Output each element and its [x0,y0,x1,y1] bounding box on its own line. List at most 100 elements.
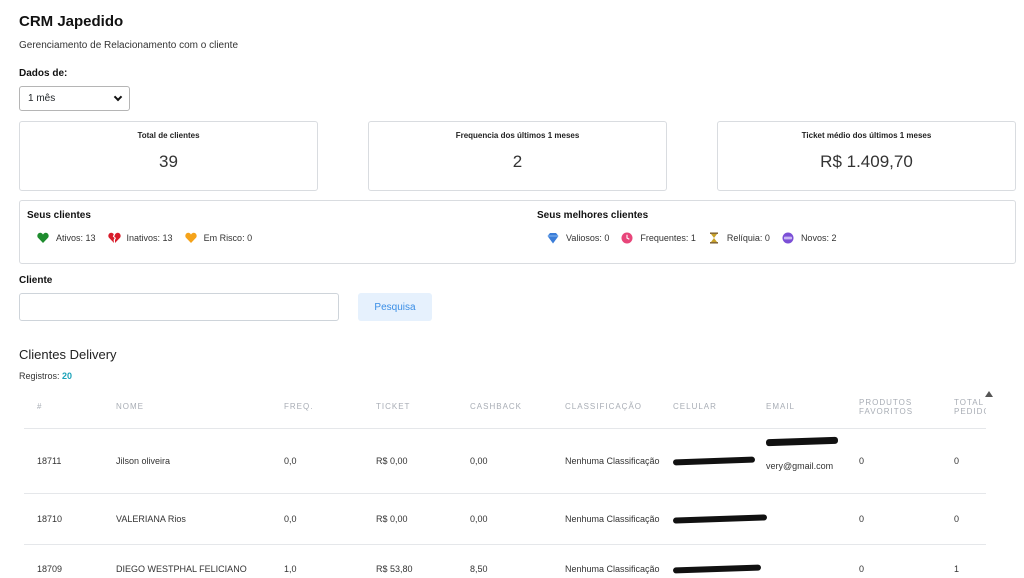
column-header[interactable]: TOTAL PEDIDOS [941,386,986,429]
relic-clients-label: Relíquia: 0 [726,233,770,243]
column-header[interactable]: TICKET [363,386,457,429]
stat-value: 2 [512,152,523,171]
redaction-mark [672,513,768,524]
new-clients-item[interactable]: Novos: 2 [782,232,837,244]
inactive-clients-item[interactable]: Inativos: 13 [107,232,173,244]
clock-icon [621,232,633,244]
column-header[interactable]: CASHBACK [457,386,552,429]
cell-ticket: R$ 0,00 [363,493,457,545]
email-text: very@gmail.com [766,461,834,471]
cell-cashback: 0,00 [457,428,552,494]
page-subtitle: Gerenciamento de Relacionamento com o cl… [19,40,239,51]
clients-table-container[interactable]: # NOME FREQ. TICKET CASHBACK CLASSIFICAÇ… [24,386,986,578]
cell-id: 18710 [24,493,103,545]
period-select[interactable]: 1 mês [19,86,130,111]
diamond-icon [547,232,559,244]
hourglass-icon [708,232,720,244]
table-header-row: # NOME FREQ. TICKET CASHBACK CLASSIFICAÇ… [24,386,986,429]
page-title: CRM Japedido [19,13,124,30]
frequent-clients-label: Frequentes: 1 [640,233,696,243]
cell-email [753,493,846,545]
frequent-clients-item[interactable]: Frequentes: 1 [621,232,696,244]
column-header[interactable]: NOME [103,386,271,429]
average-ticket-card: Ticket médio dos últimos 1 meses R$ 1.40… [717,121,1016,191]
client-search-label: Cliente [19,275,53,286]
frequency-card: Frequencia dos últimos 1 meses 2 [368,121,667,191]
redaction-mark [672,564,762,574]
green-heart-icon [37,232,49,244]
stat-label: Total de clientes [137,131,200,140]
best-clients-heading: Seus melhores clientes [537,210,649,221]
column-header[interactable]: FREQ. [271,386,363,429]
table-row[interactable]: 18710 VALERIANA Rios 0,0 R$ 0,00 0,00 Ne… [24,493,986,545]
cell-email: very@gmail.com [753,428,846,494]
best-clients-row: Valiosos: 0 Frequentes: 1 Relíquia: 0 No… [547,232,848,244]
cell-total: 0 [941,428,986,494]
valuable-clients-item[interactable]: Valiosos: 0 [547,232,609,244]
cell-ticket: R$ 0,00 [363,428,457,494]
cell-cashback: 8,50 [457,544,552,578]
client-search-input[interactable] [19,293,339,321]
cell-phone [660,493,768,545]
cell-phone [660,428,756,494]
cell-name: Jilson oliveira [103,428,271,494]
period-label: Dados de: [19,68,68,79]
cell-favorites: 0 [846,544,941,578]
cell-freq: 1,0 [271,544,363,578]
column-header[interactable]: EMAIL [753,386,846,429]
cell-total: 0 [941,493,986,545]
records-count: Registros: 20 [19,371,72,381]
relic-clients-item[interactable]: Relíquia: 0 [708,232,770,244]
new-clients-label: Novos: 2 [800,233,837,243]
cell-total: 1 [941,544,986,578]
cell-phone [660,544,762,578]
cell-ticket: R$ 53,80 [363,544,457,578]
table-row[interactable]: 18711 Jilson oliveira 0,0 R$ 0,00 0,00 N… [24,428,986,494]
your-clients-heading: Seus clientes [27,210,91,221]
at-risk-clients-item[interactable]: Em Risco: 0 [184,232,253,244]
valuable-clients-label: Valiosos: 0 [566,233,610,243]
period-select-value: 1 mês [28,93,56,104]
search-button[interactable]: Pesquisa [358,293,432,321]
total-clients-card: Total de clientes 39 [19,121,318,191]
cell-id: 18711 [24,428,103,494]
cell-id: 18709 [24,544,103,578]
cell-email [753,544,846,578]
inactive-clients-label: Inativos: 13 [126,233,173,243]
cell-freq: 0,0 [271,428,363,494]
cell-favorites: 0 [846,428,941,494]
your-clients-row: Ativos: 13 Inativos: 13 Em Risco: 0 [37,232,264,244]
cell-cashback: 0,00 [457,493,552,545]
redaction-mark [672,456,756,465]
column-header[interactable]: CELULAR [660,386,753,429]
cell-favorites: 0 [846,493,941,545]
broken-heart-icon [107,232,121,244]
cell-classification: Nenhuma Classificação [552,544,660,578]
column-header[interactable]: PRODUTOS FAVORITOS [846,386,941,429]
new-badge-icon [782,232,794,244]
client-summary-box: Seus clientes Ativos: 13 Inativos: 13 Em… [19,200,1016,264]
column-header[interactable]: # [24,386,103,429]
redaction-mark [765,436,839,446]
at-risk-clients-label: Em Risco: 0 [203,233,253,243]
table-row[interactable]: 18709 DIEGO WESTPHAL FELICIANO 1,0 R$ 53… [24,544,986,578]
stat-label: Frequencia dos últimos 1 meses [455,131,580,140]
cell-name: DIEGO WESTPHAL FELICIANO [103,544,271,578]
clients-table: # NOME FREQ. TICKET CASHBACK CLASSIFICAÇ… [24,386,986,578]
orange-heart-icon [184,232,197,244]
chevron-down-icon [113,92,123,102]
cell-freq: 0,0 [271,493,363,545]
records-label: Registros: [19,371,60,381]
stat-label: Ticket médio dos últimos 1 meses [801,131,932,140]
active-clients-item[interactable]: Ativos: 13 [37,232,96,244]
active-clients-label: Ativos: 13 [56,233,96,243]
records-number: 20 [62,371,73,381]
column-header[interactable]: CLASSIFICAÇÃO [552,386,660,429]
stat-value: R$ 1.409,70 [820,152,913,171]
scroll-up-arrow-icon[interactable] [985,391,993,397]
clients-table-title: Clientes Delivery [19,347,117,362]
cell-name: VALERIANA Rios [103,493,271,545]
stat-value: 39 [159,152,178,171]
cell-classification: Nenhuma Classificação [552,428,660,494]
cell-classification: Nenhuma Classificação [552,493,660,545]
